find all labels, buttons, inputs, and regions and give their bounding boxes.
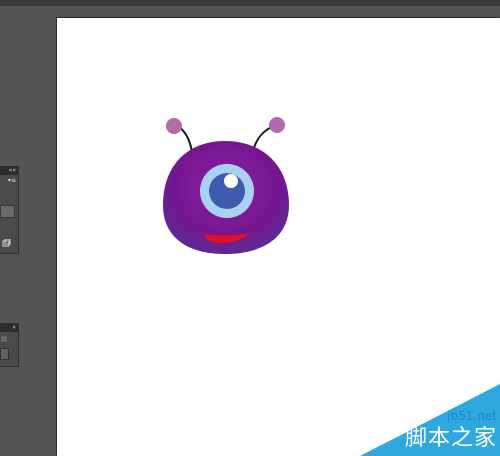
watermark-triangle <box>360 384 500 456</box>
illustrator-workspace: «× ▾≡ × jb51.net 脚本之家 <box>0 0 500 456</box>
watermark-brand-text: 脚本之家 <box>404 426 497 451</box>
